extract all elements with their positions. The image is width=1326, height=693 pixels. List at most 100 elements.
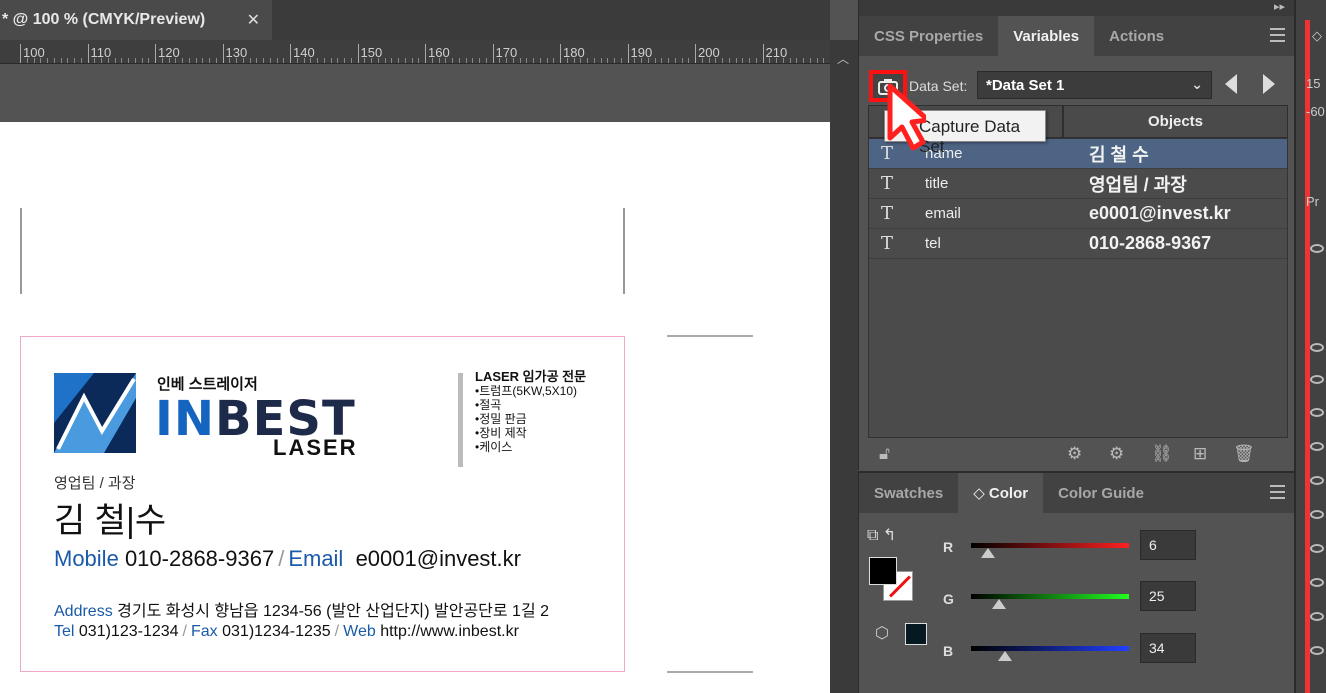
green-slider[interactable]: [971, 594, 1129, 609]
tab-color-guide[interactable]: Color Guide: [1043, 473, 1159, 513]
ruler-minor-tick: [823, 58, 825, 63]
ruler-minor-tick: [789, 58, 791, 63]
ruler-tick: [627, 44, 629, 63]
red-slider[interactable]: [971, 543, 1129, 558]
tab-color[interactable]: ◇ Color: [958, 473, 1044, 513]
ruler-minor-tick: [134, 58, 136, 63]
card-mobile-email[interactable]: Mobile 010-2868-9367/Email e0001@invest.…: [54, 546, 521, 572]
ruler-tick: [425, 44, 426, 63]
ruler-minor-tick: [485, 58, 487, 63]
eye-icon[interactable]: [1310, 646, 1324, 655]
eye-icon[interactable]: [1310, 375, 1324, 384]
eye-icon[interactable]: [1310, 476, 1324, 485]
close-icon[interactable]: ✕: [247, 10, 260, 30]
unlock-icon[interactable]: 🔓︎: [879, 444, 890, 464]
eye-icon[interactable]: [1310, 343, 1324, 352]
eye-icon[interactable]: [1310, 544, 1324, 553]
green-value-field[interactable]: 25: [1140, 581, 1196, 611]
previous-data-set-icon[interactable]: [1225, 74, 1237, 94]
ruler-minor-tick: [209, 58, 210, 63]
slider-thumb[interactable]: [980, 548, 995, 558]
ruler-minor-tick: [782, 58, 784, 63]
business-card[interactable]: 인베 스트레이저 INBEST LASER LASER 임가공 전문 •트럼프(…: [20, 336, 625, 672]
eye-icon[interactable]: [1310, 510, 1324, 519]
ruler-minor-tick: [533, 58, 534, 63]
default-fill-stroke-icon[interactable]: ⧉ ↰: [867, 525, 896, 545]
ruler-minor-tick: [168, 58, 170, 63]
eye-icon[interactable]: [1310, 408, 1324, 417]
ruler-minor-tick: [573, 58, 575, 63]
strip-value: -60: [1306, 104, 1325, 119]
vertical-scrollbar[interactable]: ︿: [830, 40, 858, 693]
variable-row[interactable]: T email e0001@invest.kr: [869, 199, 1287, 229]
variable-row[interactable]: T title 영업팀 / 과장: [869, 169, 1287, 199]
blue-slider[interactable]: [971, 646, 1129, 661]
ruler-minor-tick: [553, 58, 555, 63]
ruler-minor-tick: [67, 58, 69, 63]
variables-list[interactable]: T name 김 철 수 T title 영업팀 / 과장 T email e0…: [868, 138, 1288, 438]
panel-icon[interactable]: ◇: [1312, 28, 1322, 44]
make-dynamic-object-icon[interactable]: ⚙︎: [1067, 444, 1082, 464]
slider-thumb[interactable]: [992, 599, 1007, 609]
web-safe-swatch[interactable]: [905, 623, 927, 645]
crop-guide: [623, 208, 625, 294]
card-tel-fax-web[interactable]: Tel 031)123-1234/Fax 031)1234-1235/Web h…: [54, 623, 519, 641]
variable-value: 김 철 수: [1089, 144, 1149, 165]
strip-tab-label[interactable]: Pr: [1306, 194, 1319, 209]
ruler-minor-tick: [708, 58, 710, 63]
panel-collapse-bar[interactable]: ▸▸: [859, 0, 1295, 16]
service-item: •트럼프(5KW,5X10): [475, 384, 578, 398]
card-person-name[interactable]: 김 철|수: [54, 493, 166, 542]
tab-swatches[interactable]: Swatches: [859, 473, 958, 513]
variable-row[interactable]: T tel 010-2868-9367: [869, 229, 1287, 259]
panel-menu-icon[interactable]: [1270, 28, 1285, 46]
ruler-minor-tick: [715, 58, 717, 63]
crop-guide: [20, 208, 22, 294]
ruler-minor-tick: [661, 58, 663, 63]
cube-gamut-icon[interactable]: ⬡: [875, 623, 889, 643]
unbind-variable-icon[interactable]: ⛓︎: [1151, 444, 1173, 464]
fill-color-swatch[interactable]: [869, 557, 897, 585]
ruler-tick: [560, 44, 561, 63]
text-variable-icon: T: [880, 233, 893, 254]
ruler-minor-tick: [269, 58, 271, 63]
ruler-minor-tick: [404, 58, 406, 63]
tab-variables[interactable]: Variables: [998, 16, 1095, 56]
ruler-minor-tick: [654, 58, 656, 63]
eye-icon[interactable]: [1310, 244, 1324, 253]
data-set-dropdown[interactable]: *Data Set 1 ⌄: [977, 71, 1212, 99]
ruler-minor-tick: [776, 58, 777, 63]
variable-value: e0001@invest.kr: [1089, 203, 1231, 223]
scroll-up-icon[interactable]: ︿: [837, 50, 849, 67]
eye-icon[interactable]: [1310, 578, 1324, 587]
slider-thumb[interactable]: [998, 651, 1012, 661]
service-item: •케이스: [475, 440, 513, 454]
red-value-field[interactable]: 6: [1140, 530, 1196, 560]
collapse-icon[interactable]: ▸▸: [1274, 0, 1285, 13]
ruler-minor-tick: [256, 58, 258, 63]
ruler-minor-tick: [74, 58, 75, 63]
ruler-tick: [222, 44, 224, 63]
next-data-set-icon[interactable]: [1263, 74, 1275, 94]
ruler-minor-tick: [587, 58, 588, 63]
tab-css-properties[interactable]: CSS Properties: [859, 16, 998, 56]
eye-icon[interactable]: [1310, 612, 1324, 621]
new-variable-icon[interactable]: ⊞: [1193, 444, 1207, 464]
tab-actions[interactable]: Actions: [1094, 16, 1179, 56]
document-tab[interactable]: * @ 100 % (CMYK/Preview) ✕: [0, 0, 272, 40]
mouse-pointer-icon: [887, 83, 926, 151]
card-job-title[interactable]: 영업팀 / 과장: [54, 472, 136, 493]
blue-value-field[interactable]: 34: [1140, 633, 1196, 663]
eye-icon[interactable]: [1310, 442, 1324, 451]
ruler-tick: [357, 44, 359, 63]
card-address[interactable]: Address 경기도 화성시 향남읍 1234-56 (발안 산업단지) 발안…: [54, 597, 549, 621]
delete-icon[interactable]: 🗑︎: [1233, 444, 1255, 464]
ruler-minor-tick: [600, 58, 602, 63]
column-header-objects[interactable]: Objects: [1063, 105, 1288, 138]
panel-menu-icon[interactable]: [1270, 485, 1285, 503]
make-visibility-dynamic-icon[interactable]: ⚙︎: [1109, 444, 1124, 464]
ruler-minor-tick: [310, 58, 312, 63]
ruler-tick: [20, 44, 21, 63]
ruler-minor-tick: [614, 58, 615, 63]
ruler-minor-tick: [688, 58, 690, 63]
